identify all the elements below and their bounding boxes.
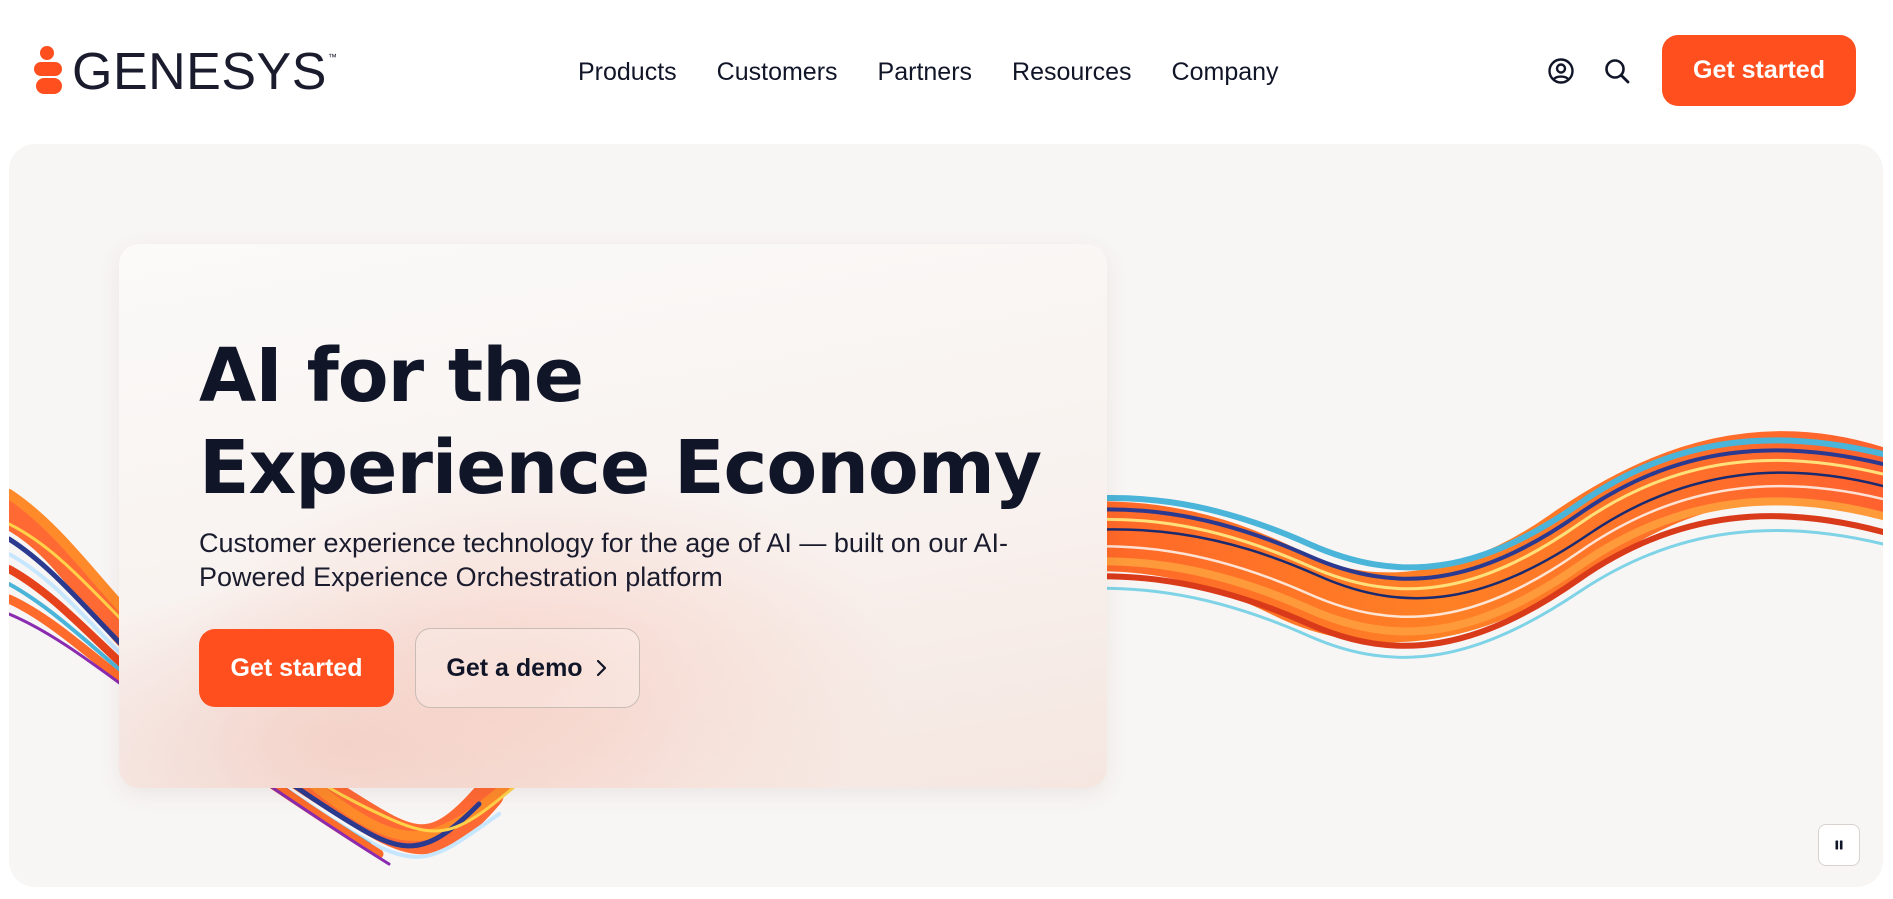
genesys-logo-mark-icon: [34, 44, 64, 100]
logo-wordmark: GENESYS: [72, 43, 327, 101]
hero-card: AI for the Experience Economy Customer e…: [119, 244, 1107, 788]
logo-trademark: ™: [327, 52, 337, 62]
hero-actions: Get started Get a demo: [199, 628, 640, 708]
pause-icon: [1835, 840, 1843, 850]
nav-item-partners[interactable]: Partners: [878, 52, 972, 92]
header-utility-icons: [1546, 56, 1632, 86]
hero-subtitle: Customer experience technology for the a…: [199, 528, 1008, 592]
account-icon[interactable]: [1546, 56, 1576, 86]
main-nav: Products Customers Partners Resources Co…: [578, 52, 1279, 92]
hero-title-line-2: Experience Economy: [199, 425, 1042, 511]
nav-item-products[interactable]: Products: [578, 52, 677, 92]
hero-title: AI for the Experience Economy: [199, 330, 1059, 514]
hero-section: AI for the Experience Economy Customer e…: [9, 144, 1883, 887]
header-get-started-button[interactable]: Get started: [1662, 35, 1856, 106]
nav-item-customers[interactable]: Customers: [717, 52, 838, 92]
nav-item-resources[interactable]: Resources: [1012, 52, 1132, 92]
search-icon[interactable]: [1602, 56, 1632, 86]
nav-item-company[interactable]: Company: [1172, 52, 1279, 92]
pause-animation-button[interactable]: [1818, 824, 1860, 866]
get-a-demo-button[interactable]: Get a demo: [415, 628, 640, 708]
hero-title-line-1: AI for the: [199, 333, 584, 419]
chevron-right-icon: [596, 659, 606, 677]
site-header: GENESYS ™ Products Customers Partners Re…: [0, 0, 1893, 140]
get-a-demo-label: Get a demo: [446, 653, 583, 682]
hero-get-started-button[interactable]: Get started: [199, 629, 394, 707]
genesys-logo[interactable]: GENESYS ™: [34, 44, 337, 100]
